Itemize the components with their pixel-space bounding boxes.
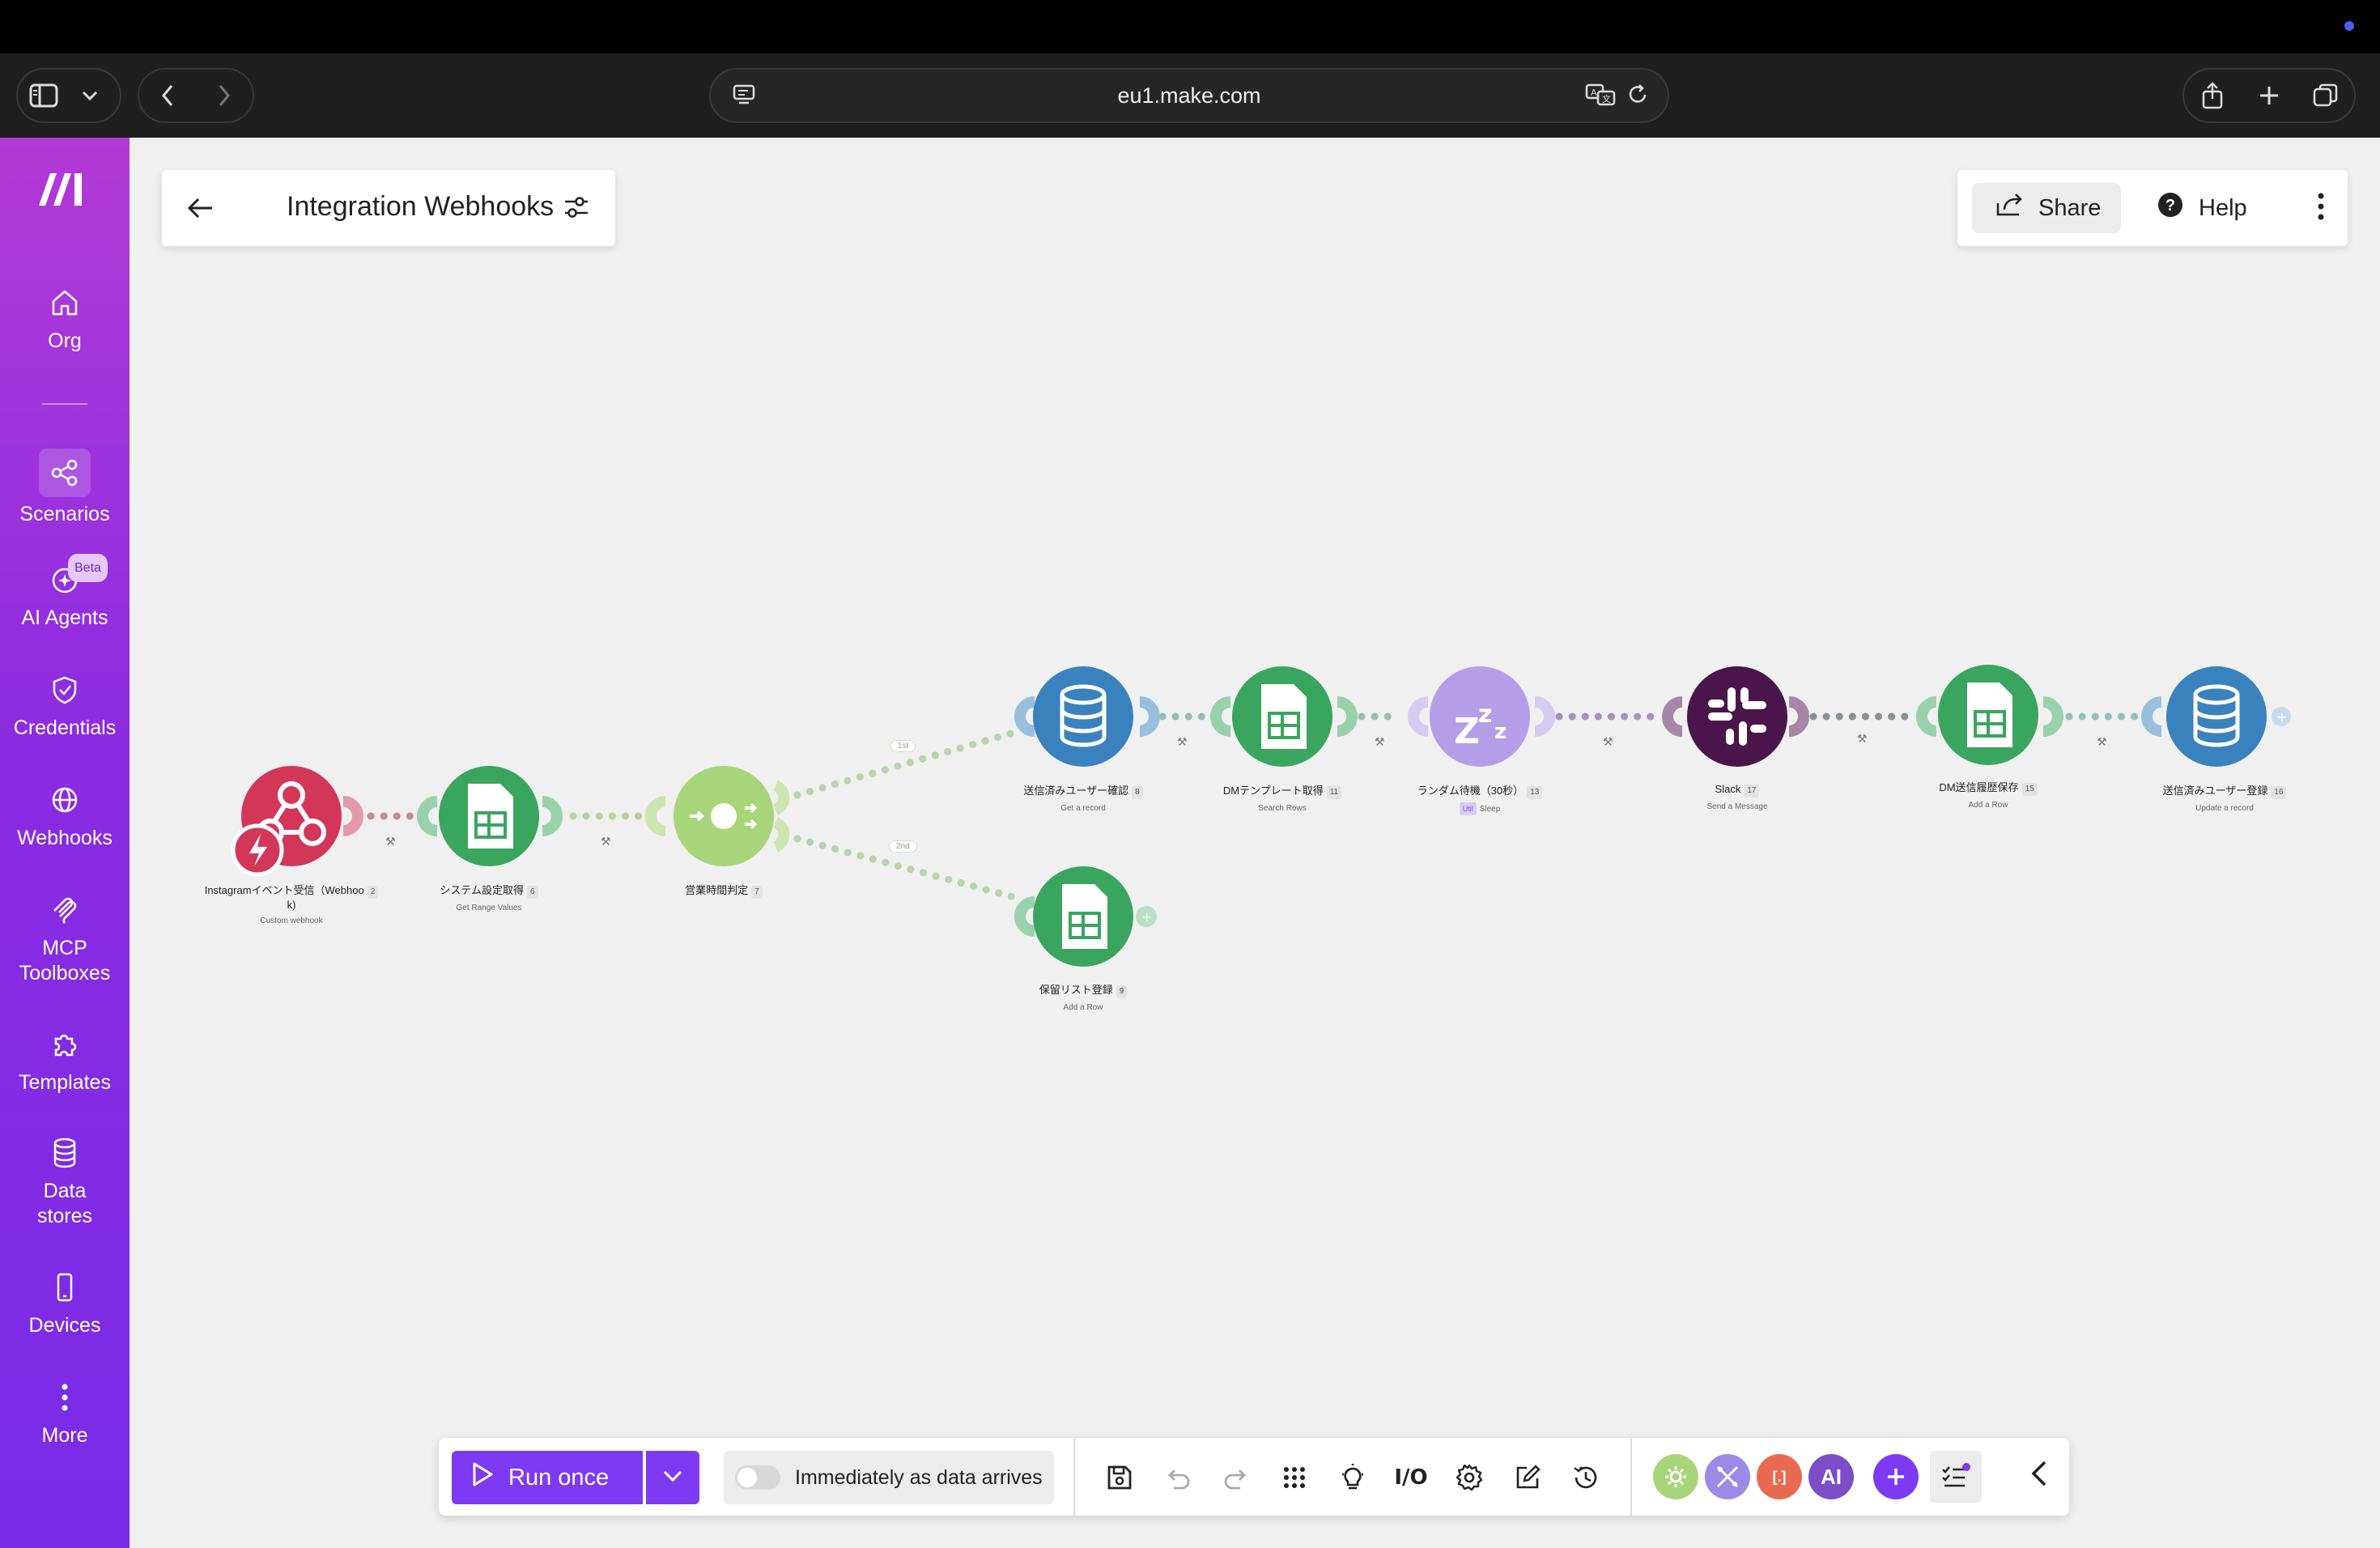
node-action: Sleep <box>1479 805 1501 814</box>
svg-text:z: z <box>1494 720 1507 744</box>
play-icon <box>471 1461 494 1494</box>
node-number-badge: 6 <box>527 886 538 899</box>
node-name: Instagramイベント受信（Webhoo <box>204 884 364 896</box>
node-instagram-webhook[interactable] <box>231 766 363 877</box>
svg-text:⚒: ⚒ <box>385 836 396 848</box>
flow-control-icon[interactable] <box>1705 1454 1750 1499</box>
node-label[interactable]: Instagramイベント受信（Webhoo 2 k) Custom webhoo… <box>194 884 389 928</box>
svg-text:⚒: ⚒ <box>1857 733 1868 746</box>
node-random-sleep[interactable]: Z z z <box>1408 666 1555 767</box>
svg-text:⚒: ⚒ <box>1375 736 1385 749</box>
history-icon[interactable] <box>1566 1457 1606 1498</box>
node-number-badge: 9 <box>1116 985 1128 998</box>
svg-text:⚒: ⚒ <box>2097 736 2107 749</box>
node-number-badge: 13 <box>1527 786 1543 799</box>
svg-text:⚒: ⚒ <box>1603 736 1613 749</box>
node-action: Search Rows <box>1258 804 1307 813</box>
schedule-toggle[interactable] <box>735 1465 780 1490</box>
checklist-icon[interactable] <box>1930 1451 1982 1503</box>
auto-align-icon[interactable] <box>1274 1457 1315 1498</box>
node-name: 送信済みユーザー登録 <box>2162 785 2268 797</box>
node-name: 営業時間判定 <box>685 884 749 896</box>
node-number-badge: 17 <box>1744 785 1760 797</box>
node-name: システム設定取得 <box>440 884 525 896</box>
svg-text:+: + <box>2276 709 2287 725</box>
node-name: DMテンプレート取得 <box>1222 785 1324 797</box>
node-number-badge: 16 <box>2271 786 2287 799</box>
node-name: Slack <box>1715 783 1741 795</box>
toolbar-divider <box>1073 1438 1075 1516</box>
google-sheets-icon <box>1967 683 2012 747</box>
node-system-settings[interactable] <box>417 766 563 866</box>
node-business-hours-router[interactable] <box>645 766 790 866</box>
collapse-toolbar-icon[interactable] <box>2030 1457 2048 1494</box>
node-label[interactable]: DM送信履歴保存 15 Add a Row <box>1891 781 2085 812</box>
undo-icon[interactable] <box>1158 1457 1198 1498</box>
node-label[interactable]: 営業時間判定 7 <box>627 884 821 899</box>
node-name: 保留リスト登録 <box>1039 984 1113 996</box>
node-number-badge: 11 <box>1326 786 1342 799</box>
google-sheets-icon <box>1062 884 1107 949</box>
node-number-badge: 8 <box>1132 786 1143 799</box>
node-name: DM送信履歴保存 <box>1939 781 2019 793</box>
node-label[interactable]: Slack 17 Send a Message <box>1640 783 1834 814</box>
google-sheets-icon <box>1261 684 1307 749</box>
node-action: Add a Row <box>1968 801 2008 810</box>
scenario-flow: ⚒ ⚒ ⚒ ⚒ ⚒ ⚒ ⚒ Z z z + + <box>231 665 2291 967</box>
redo-icon[interactable] <box>1216 1457 1256 1498</box>
node-dm-template[interactable] <box>1210 666 1358 767</box>
route-label-2nd[interactable]: 2nd <box>889 840 917 853</box>
ai-tools-icon[interactable]: AI <box>1808 1454 1854 1499</box>
google-sheets-icon <box>468 784 513 848</box>
svg-text:+: + <box>1141 909 1152 925</box>
node-number-badge: 2 <box>367 886 379 899</box>
toolbar-divider <box>1630 1438 1632 1516</box>
io-icon[interactable]: I/O <box>1391 1457 1431 1498</box>
svg-text:⚒: ⚒ <box>1177 736 1188 749</box>
node-number-badge: 7 <box>751 886 763 899</box>
node-label[interactable]: システム設定取得 6 Get Range Values <box>392 884 586 915</box>
run-once-button[interactable]: Run once <box>452 1451 643 1504</box>
run-options-button[interactable] <box>646 1451 699 1504</box>
node-label[interactable]: 送信済みユーザー登録 16 Update a record <box>2127 785 2322 815</box>
node-slack[interactable] <box>1662 666 1809 767</box>
node-action: Custom webhook <box>260 916 323 925</box>
node-dm-history-save[interactable] <box>1916 665 2063 765</box>
node-action: Get a record <box>1060 804 1106 813</box>
tools-gear-icon[interactable] <box>1653 1454 1698 1499</box>
node-label[interactable]: ランダム待機（30秒） 13 Util Sleep <box>1383 785 1577 816</box>
node-label[interactable]: DMテンプレート取得 11 Search Rows <box>1185 785 1379 815</box>
node-label[interactable]: 保留リスト登録 9 Add a Row <box>986 984 1180 1014</box>
notes-edit-icon[interactable] <box>1507 1457 1548 1498</box>
lightbulb-icon[interactable] <box>1332 1457 1373 1498</box>
save-icon[interactable] <box>1099 1457 1140 1498</box>
node-register-sent-user[interactable]: + <box>2141 666 2291 767</box>
node-action: Get Range Values <box>456 904 522 912</box>
text-parser-icon[interactable]: [.] <box>1757 1454 1802 1499</box>
node-action: Update a record <box>2195 804 2254 813</box>
node-label[interactable]: 送信済みユーザー確認 8 Get a record <box>986 785 1180 815</box>
node-check-sent-user[interactable] <box>1014 666 1160 767</box>
node-action: Send a Message <box>1706 802 1768 811</box>
run-once-label: Run once <box>508 1464 610 1491</box>
chevron-down-icon <box>662 1469 683 1486</box>
util-chip: Util <box>1459 802 1477 815</box>
node-pending-list[interactable]: + <box>1014 866 1157 967</box>
scenario-bottom-toolbar: Run once Immediately as data arrives I/O <box>439 1438 2069 1516</box>
node-action: Add a Row <box>1063 1003 1103 1012</box>
schedule-setting[interactable]: Immediately as data arrives <box>724 1451 1054 1504</box>
route-label-1st[interactable]: 1st <box>890 740 916 752</box>
add-module-icon[interactable] <box>1873 1454 1919 1499</box>
node-name: ランダム待機（30秒） <box>1417 785 1524 797</box>
node-name-cont: k) <box>287 899 296 911</box>
svg-text:z: z <box>1478 700 1492 729</box>
schedule-label: Immediately as data arrives <box>795 1465 1043 1489</box>
node-number-badge: 15 <box>2021 783 2038 796</box>
svg-text:⚒: ⚒ <box>601 836 611 848</box>
svg-text:Z: Z <box>1454 711 1480 752</box>
gear-icon[interactable] <box>1449 1457 1490 1498</box>
node-name: 送信済みユーザー確認 <box>1023 785 1129 797</box>
